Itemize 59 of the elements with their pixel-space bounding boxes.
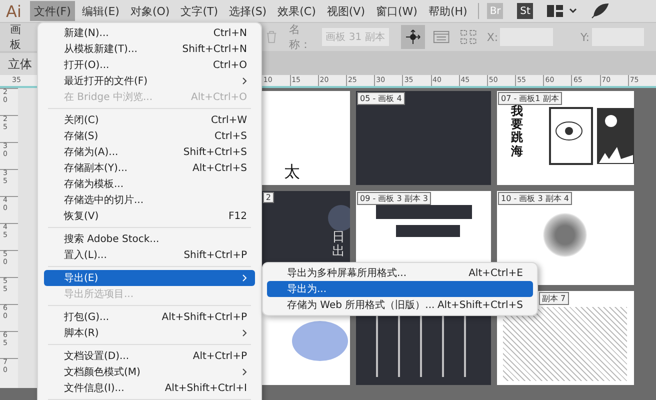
workspace-layout-icon[interactable]: [547, 5, 564, 17]
bar-shape: [396, 225, 460, 237]
caret-icon[interactable]: [569, 8, 578, 14]
menu-bar-item[interactable]: 选择(S): [225, 1, 271, 21]
menu-item[interactable]: 恢复(V) F12: [44, 208, 255, 224]
menu-item[interactable]: 存储为 Web 所用格式（旧版）... Alt+Shift+Ctrl+S: [267, 297, 533, 313]
menu-bar-item[interactable]: 文件(F): [30, 1, 75, 21]
menu-item[interactable]: 文档设置(D)... Alt+Ctrl+P: [44, 348, 255, 364]
water-splash-drawing: [292, 321, 348, 361]
delete-icon[interactable]: [266, 30, 278, 44]
menu-item[interactable]: 脚本(R): [44, 325, 255, 341]
menu-item[interactable]: 导出为...: [267, 281, 533, 297]
menu-item[interactable]: 关闭(C) Ctrl+W: [44, 112, 255, 128]
menu-item[interactable]: 文档颜色模式(M): [44, 364, 255, 380]
name-label: 名称：: [289, 22, 312, 52]
menu-item[interactable]: 存储副本(Y)... Alt+Ctrl+S: [44, 160, 255, 176]
menu-bar-item[interactable]: 窗口(W): [372, 1, 422, 21]
menu-item[interactable]: 从模板新建(T)... Shift+Ctrl+N: [44, 41, 255, 57]
menu-item[interactable]: 文件信息(I)... Alt+Shift+Ctrl+I: [44, 380, 255, 396]
artboard-label: 09 - 画板 3 副本 3: [357, 192, 431, 205]
artboard-options-icon[interactable]: [433, 30, 450, 44]
artboard-label: 07 - 画板1 副本: [498, 92, 562, 105]
menu-item[interactable]: 置入(L)... Shift+Ctrl+P: [44, 247, 255, 263]
menu-bar-item[interactable]: 帮助(H): [424, 1, 472, 21]
menu-bar-item[interactable]: 效果(C): [274, 1, 320, 21]
y-label: Y:: [580, 30, 590, 44]
artwork-text: 太: [284, 162, 300, 183]
menu-item[interactable]: 最近打开的文件(F): [44, 73, 255, 89]
menu-item[interactable]: 打开(O)... Ctrl+O: [44, 57, 255, 73]
document-tab[interactable]: 立体: [0, 53, 40, 75]
rearrange-icon[interactable]: [460, 29, 477, 45]
gradient-circle-drawing: [543, 213, 587, 257]
menu-bar-item[interactable]: 对象(O): [126, 1, 174, 21]
menu-item[interactable]: 新建(N)... Ctrl+N: [44, 25, 255, 41]
menu-bar-item[interactable]: 视图(V): [322, 1, 369, 21]
artboard-label: 副本 7: [539, 292, 569, 305]
menu-item[interactable]: 搜索 Adobe Stock...: [44, 231, 255, 247]
menu-item[interactable]: 存储选中的切片...: [44, 192, 255, 208]
artboard-mode-label: 画板: [9, 22, 22, 52]
move-artwork-button[interactable]: [400, 25, 426, 49]
artboard-label: 05 - 画板 4: [357, 92, 405, 105]
artwork-text: 日出: [332, 231, 345, 260]
stock-button[interactable]: St: [517, 3, 534, 19]
menu-item[interactable]: 存储为模板...: [44, 176, 255, 192]
menu-item[interactable]: 存储(S) Ctrl+S: [44, 128, 255, 144]
menu-bar-item[interactable]: 编辑(E): [78, 1, 124, 21]
app-logo: Ai: [5, 2, 22, 20]
moon-drawing: [328, 205, 350, 231]
menu-item[interactable]: 打包(G)... Alt+Shift+Ctrl+P: [44, 309, 255, 325]
x-label: X:: [486, 30, 498, 44]
menu-item[interactable]: 导出为多种屏幕所用格式... Alt+Ctrl+E: [267, 265, 533, 281]
move-icon: [405, 29, 422, 45]
menu-item[interactable]: 导出(E): [44, 270, 255, 286]
menu-bar-item[interactable]: 文字(T): [176, 1, 222, 21]
artwork-text: 我要跳海: [511, 105, 523, 158]
artboard-label: 2: [262, 192, 274, 203]
menu-item[interactable]: 存储为(A)... Shift+Ctrl+S: [44, 144, 255, 160]
feather-icon[interactable]: [591, 3, 610, 19]
artboard-label: 10 - 画板 3 副本 4: [498, 192, 572, 205]
